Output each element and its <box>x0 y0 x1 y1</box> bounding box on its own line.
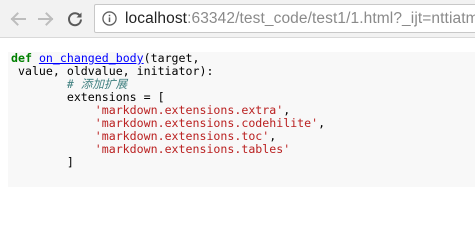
arrow-right-icon <box>38 12 54 26</box>
string-literal: 'markdown.extensions.extra' <box>94 103 284 117</box>
url-path: :63342/test_code/test1/1.html?_ijt=nttia… <box>187 10 475 27</box>
arrow-left-icon <box>10 12 26 26</box>
code-listing: def on_changed_body(target, value, oldva… <box>11 52 475 169</box>
page-content: def on_changed_body(target, value, oldva… <box>0 38 475 214</box>
code-line-8: 'markdown.extensions.tables' <box>11 143 475 156</box>
string-literal: 'markdown.extensions.toc' <box>94 129 270 143</box>
url-host: localhost <box>125 10 188 27</box>
url-text[interactable]: localhost:63342/test_code/test1/1.html?_… <box>125 10 475 28</box>
reload-icon <box>68 12 82 27</box>
string-literal: 'markdown.extensions.codehilite' <box>94 116 319 130</box>
address-bar[interactable]: localhost:63342/test_code/test1/1.html?_… <box>94 4 475 33</box>
info-icon[interactable] <box>102 11 117 26</box>
code-block: def on_changed_body(target, value, oldva… <box>8 52 475 187</box>
forward-button[interactable] <box>35 8 57 30</box>
reload-button[interactable] <box>64 8 86 30</box>
string-literal: 'markdown.extensions.tables' <box>94 142 291 156</box>
back-button[interactable] <box>7 8 29 30</box>
browser-toolbar: localhost:63342/test_code/test1/1.html?_… <box>0 0 475 38</box>
comment: # 添加扩展 <box>66 77 128 91</box>
code-line-9: ] <box>11 155 74 169</box>
